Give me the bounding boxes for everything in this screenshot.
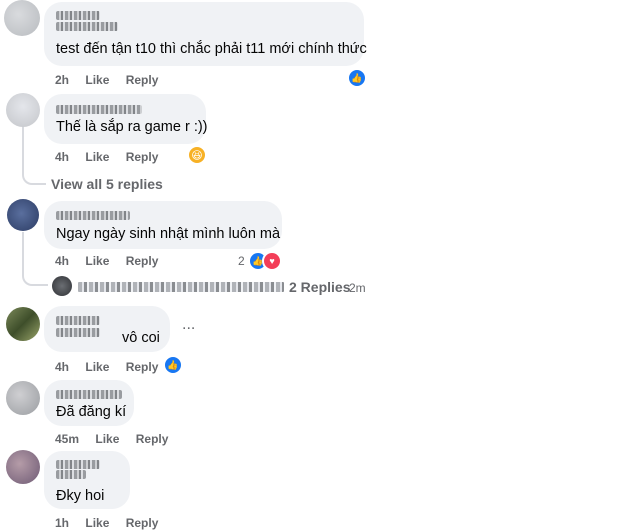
comment-time[interactable]: 4h [55,254,69,268]
comment-author[interactable] [56,105,142,114]
comment-author[interactable] [56,460,100,469]
comment-bubble: vô coi [44,306,170,352]
comment-bubble: Đã đăng kí [44,380,134,426]
reply-button[interactable]: Reply [136,432,169,446]
comment-bubble: Ngay ngày sinh nhật mình luôn mà [44,201,282,249]
reply-button[interactable]: Reply [126,73,159,87]
avatar[interactable] [6,93,40,127]
comment-author[interactable] [56,470,86,479]
avatar[interactable] [4,0,40,36]
haha-reaction-icon[interactable]: 😆 [187,145,207,165]
like-button[interactable]: Like [85,254,109,268]
avatar[interactable] [6,307,40,341]
thread-line [22,165,46,185]
comment-time[interactable]: 1h [55,516,69,530]
avatar[interactable] [6,381,40,415]
thread-line [22,270,48,286]
like-button[interactable]: Like [85,360,109,374]
reaction-count[interactable]: 2 [238,254,245,268]
like-reaction-icon[interactable]: 👍 [347,68,367,88]
comment-author[interactable] [56,328,100,337]
comment-author[interactable] [56,11,100,20]
like-button[interactable]: Like [85,73,109,87]
like-button[interactable]: Like [85,150,109,164]
comment-text: Đã đăng kí [56,404,127,420]
avatar[interactable] [52,276,72,296]
replies-link[interactable]: 2 Replies [289,279,350,295]
comment-meta: 1h Like Reply [55,516,171,530]
comment-time[interactable]: 4h [55,360,69,374]
comment-author[interactable] [56,211,130,220]
like-button[interactable]: Like [95,432,119,446]
comment-bubble: test đến tận t10 thì chắc phải t11 mới c… [44,2,367,66]
thread-line [22,232,24,272]
replies-time: 2m [349,281,366,295]
like-reaction-icon[interactable]: 👍 [163,355,183,375]
comment-text: vô coi [122,330,160,346]
comment-text: Thế là sắp ra game r :)) [56,119,208,135]
more-options-icon[interactable]: ... [182,316,195,334]
comment-time[interactable]: 2h [55,73,69,87]
reply-preview-text [78,282,284,292]
reply-button[interactable]: Reply [126,516,159,530]
reply-button[interactable]: Reply [126,150,159,164]
comment-meta: 4h Like Reply [55,150,171,164]
comment-text: test đến tận t10 thì chắc phải t11 mới c… [56,41,367,57]
love-reaction-icon[interactable]: ♥ [262,251,282,271]
comment-meta: 2h Like Reply [55,73,171,87]
comment-bubble: Đky hoi [44,451,130,509]
like-button[interactable]: Like [85,516,109,530]
comment-time[interactable]: 45m [55,432,79,446]
avatar[interactable] [7,199,39,231]
comment-author[interactable] [56,22,118,31]
comment-time[interactable]: 4h [55,150,69,164]
comment-bubble: Thế là sắp ra game r :)) [44,94,208,144]
comment-author[interactable] [56,390,122,399]
comment-meta: 45m Like Reply [55,432,181,446]
reply-button[interactable]: Reply [126,254,159,268]
comment-text: Ngay ngày sinh nhật mình luôn mà [56,226,281,242]
avatar[interactable] [6,450,40,484]
comment-author[interactable] [56,316,100,325]
comment-text: Đky hoi [56,488,105,504]
view-all-replies-link[interactable]: View all 5 replies [51,176,163,192]
comment-meta: 4h Like Reply [55,360,171,374]
comment-meta: 4h Like Reply [55,254,171,268]
reply-button[interactable]: Reply [126,360,159,374]
